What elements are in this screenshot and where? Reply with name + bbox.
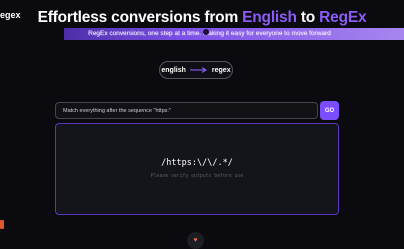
regex-output-panel: /https:\/\/.*/ Please verify outputs bef… [55,123,339,215]
language-direction-toggle[interactable]: english regex [159,61,233,79]
announcement-text: RegEx conversions, one step at a time. M… [88,30,331,37]
side-tab-icon[interactable] [0,220,4,229]
headline-to-language: RegEx [319,9,367,26]
page-headline: Effortless conversions from English to R… [0,9,404,27]
headline-prefix: Effortless conversions from [37,9,243,26]
heart-icon[interactable]: ♥ [187,232,204,249]
go-button[interactable]: GO [320,101,339,120]
headline-from-language: English [242,9,297,26]
verify-disclaimer: Please verify outputs before use [150,174,244,179]
headline-connector: to [296,9,320,26]
target-language-label: regex [211,66,231,74]
regex-output[interactable]: /https:\/\/.*/ [56,158,338,168]
arrow-right-icon [189,67,207,73]
english-query-input[interactable] [55,102,318,119]
dot-icon [203,29,209,35]
heart-glyph: ♥ [193,237,198,244]
source-language-label: english [161,66,186,74]
